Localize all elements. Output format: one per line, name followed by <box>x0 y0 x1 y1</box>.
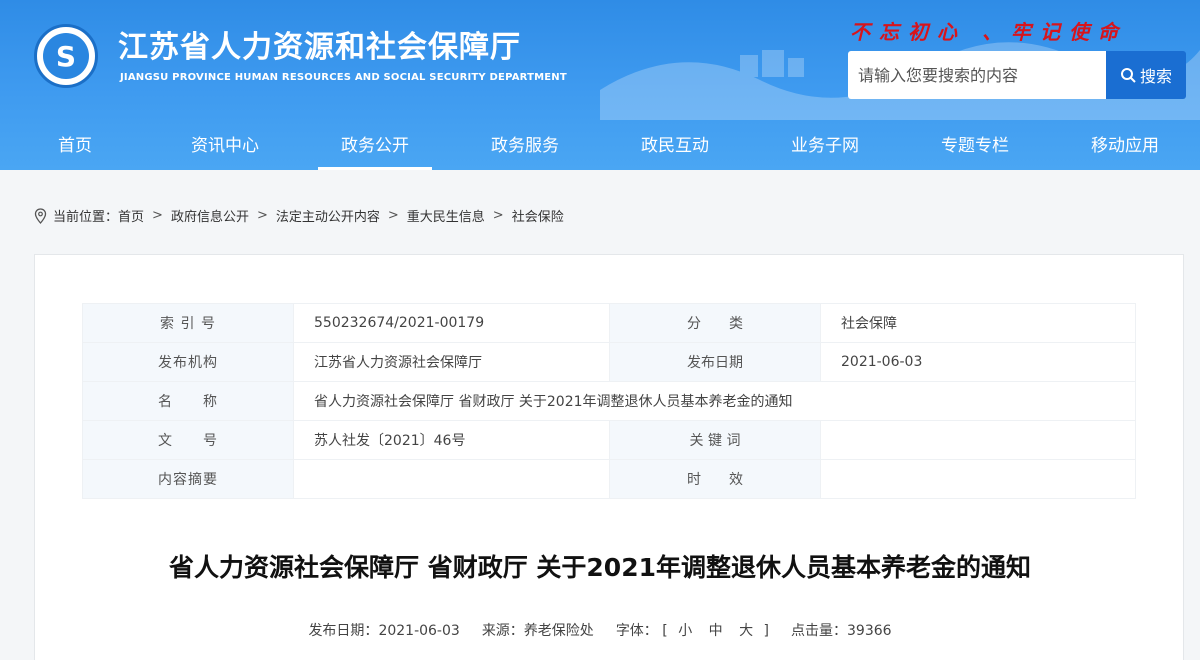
publish-date-label: 发布日期： <box>308 623 379 639</box>
site-title[interactable]: 江苏省人力资源和社会保障厅 <box>118 22 521 66</box>
table-row: 索 引 号 550232674/2021-00179 分 类 社会保障 <box>82 303 1136 343</box>
document-title: 省人力资源社会保障厅 省财政厅 关于2021年调整退休人员基本养老金的通知 <box>169 553 1031 582</box>
table-row: 名 称 省人力资源社会保障厅 省财政厅 关于2021年调整退休人员基本养老金的通… <box>82 381 1136 421</box>
document-metadata-table: 索 引 号 550232674/2021-00179 分 类 社会保障 发布机构… <box>82 303 1136 499</box>
breadcrumb-prefix: 当前位置： <box>53 210 119 225</box>
table-row: 发布机构 江苏省人力资源社会保障厅 发布日期 2021-06-03 <box>82 342 1136 382</box>
search-button[interactable]: 搜索 <box>1106 51 1186 99</box>
nav-item-home[interactable]: 首页 <box>0 122 150 170</box>
nav-item-news[interactable]: 资讯中心 <box>150 122 300 170</box>
breadcrumb-separator: > <box>152 208 163 223</box>
font-size-selector: 字体： [ 小 中 大 ] <box>616 620 769 640</box>
breadcrumb-item-livelihood[interactable]: 重大民生信息 <box>407 206 485 225</box>
publisher-label: 发布机构 <box>82 342 294 382</box>
site-subtitle: JIANGSU PROVINCE HUMAN RESOURCES AND SOC… <box>120 72 567 83</box>
abstract-value <box>293 459 610 499</box>
main-nav: 首页 资讯中心 政务公开 政务服务 政民互动 业务子网 专题专栏 移动应用 <box>0 122 1200 170</box>
category-value: 社会保障 <box>820 303 1136 343</box>
breadcrumb-separator: > <box>256 208 268 223</box>
slogan: 不忘初心 、牢记使命 <box>850 20 1127 44</box>
name-value: 省人力资源社会保障厅 省财政厅 关于2021年调整退休人员基本养老金的通知 <box>293 381 1136 421</box>
search-icon <box>1120 68 1136 83</box>
nav-item-services[interactable]: 政务服务 <box>450 122 600 170</box>
table-row: 文 号 苏人社发〔2021〕46号 关 键 词 <box>82 420 1136 460</box>
breadcrumb-separator: > <box>492 208 504 223</box>
keywords-value <box>820 420 1136 460</box>
view-count-value: 39366 <box>847 623 892 639</box>
breadcrumb-item-home[interactable]: 首页 <box>118 206 144 225</box>
index-label: 索 引 号 <box>82 303 294 343</box>
view-count: 点击量：39366 <box>791 620 892 640</box>
breadcrumb-item-statutory[interactable]: 法定主动公开内容 <box>276 206 380 225</box>
docno-value: 苏人社发〔2021〕46号 <box>293 420 610 460</box>
font-large-button[interactable]: 大 <box>739 623 753 639</box>
validity-value <box>820 459 1136 499</box>
table-row: 内容摘要 时 效 <box>82 459 1136 499</box>
site-header: S 江苏省人力资源和社会保障厅 JIANGSU PROVINCE HUMAN R… <box>0 0 1200 170</box>
nav-item-subsites[interactable]: 业务子网 <box>750 122 900 170</box>
category-label: 分 类 <box>609 303 821 343</box>
search-button-label: 搜索 <box>1139 69 1172 86</box>
abstract-label: 内容摘要 <box>82 459 294 499</box>
nav-item-mobile[interactable]: 移动应用 <box>1050 122 1200 170</box>
logo-mark: S <box>43 33 89 79</box>
publisher-value: 江苏省人力资源社会保障厅 <box>293 342 610 382</box>
source-label: 来源： <box>481 623 524 639</box>
keywords-label: 关 键 词 <box>609 420 821 460</box>
date-value: 2021-06-03 <box>820 342 1136 382</box>
font-medium-button[interactable]: 中 <box>709 623 723 639</box>
breadcrumb-separator: > <box>387 208 399 223</box>
search-input[interactable] <box>848 51 1106 99</box>
breadcrumb-item-gov-info[interactable]: 政府信息公开 <box>171 206 249 225</box>
location-pin-icon <box>34 207 47 224</box>
nav-item-topics[interactable]: 专题专栏 <box>900 122 1050 170</box>
view-count-label: 点击量： <box>791 623 848 639</box>
font-small-button[interactable]: 小 <box>678 623 692 639</box>
source-value: 养老保险处 <box>523 623 594 639</box>
nav-item-open-government[interactable]: 政务公开 <box>300 122 450 170</box>
font-bracket-open: [ <box>662 623 668 639</box>
date-label: 发布日期 <box>609 342 821 382</box>
validity-label: 时 效 <box>609 459 821 499</box>
name-label: 名 称 <box>82 381 294 421</box>
font-bracket-close: ] <box>763 623 770 639</box>
source: 来源：养老保险处 <box>482 620 594 640</box>
breadcrumb-item-social-insurance[interactable]: 社会保险 <box>512 206 564 225</box>
publish-date: 发布日期：2021-06-03 <box>308 620 459 640</box>
document-info-bar: 发布日期：2021-06-03 来源：养老保险处 字体： [ 小 中 大 ] 点… <box>0 620 1200 640</box>
site-logo[interactable]: S <box>34 24 98 88</box>
index-value: 550232674/2021-00179 <box>293 303 610 343</box>
publish-date-value: 2021-06-03 <box>378 623 460 639</box>
docno-label: 文 号 <box>82 420 294 460</box>
font-size-label: 字体： <box>615 623 658 639</box>
nav-item-interaction[interactable]: 政民互动 <box>600 122 750 170</box>
breadcrumb: 当前位置： 首页 > 政府信息公开 > 法定主动公开内容 > 重大民生信息 > … <box>34 206 564 225</box>
